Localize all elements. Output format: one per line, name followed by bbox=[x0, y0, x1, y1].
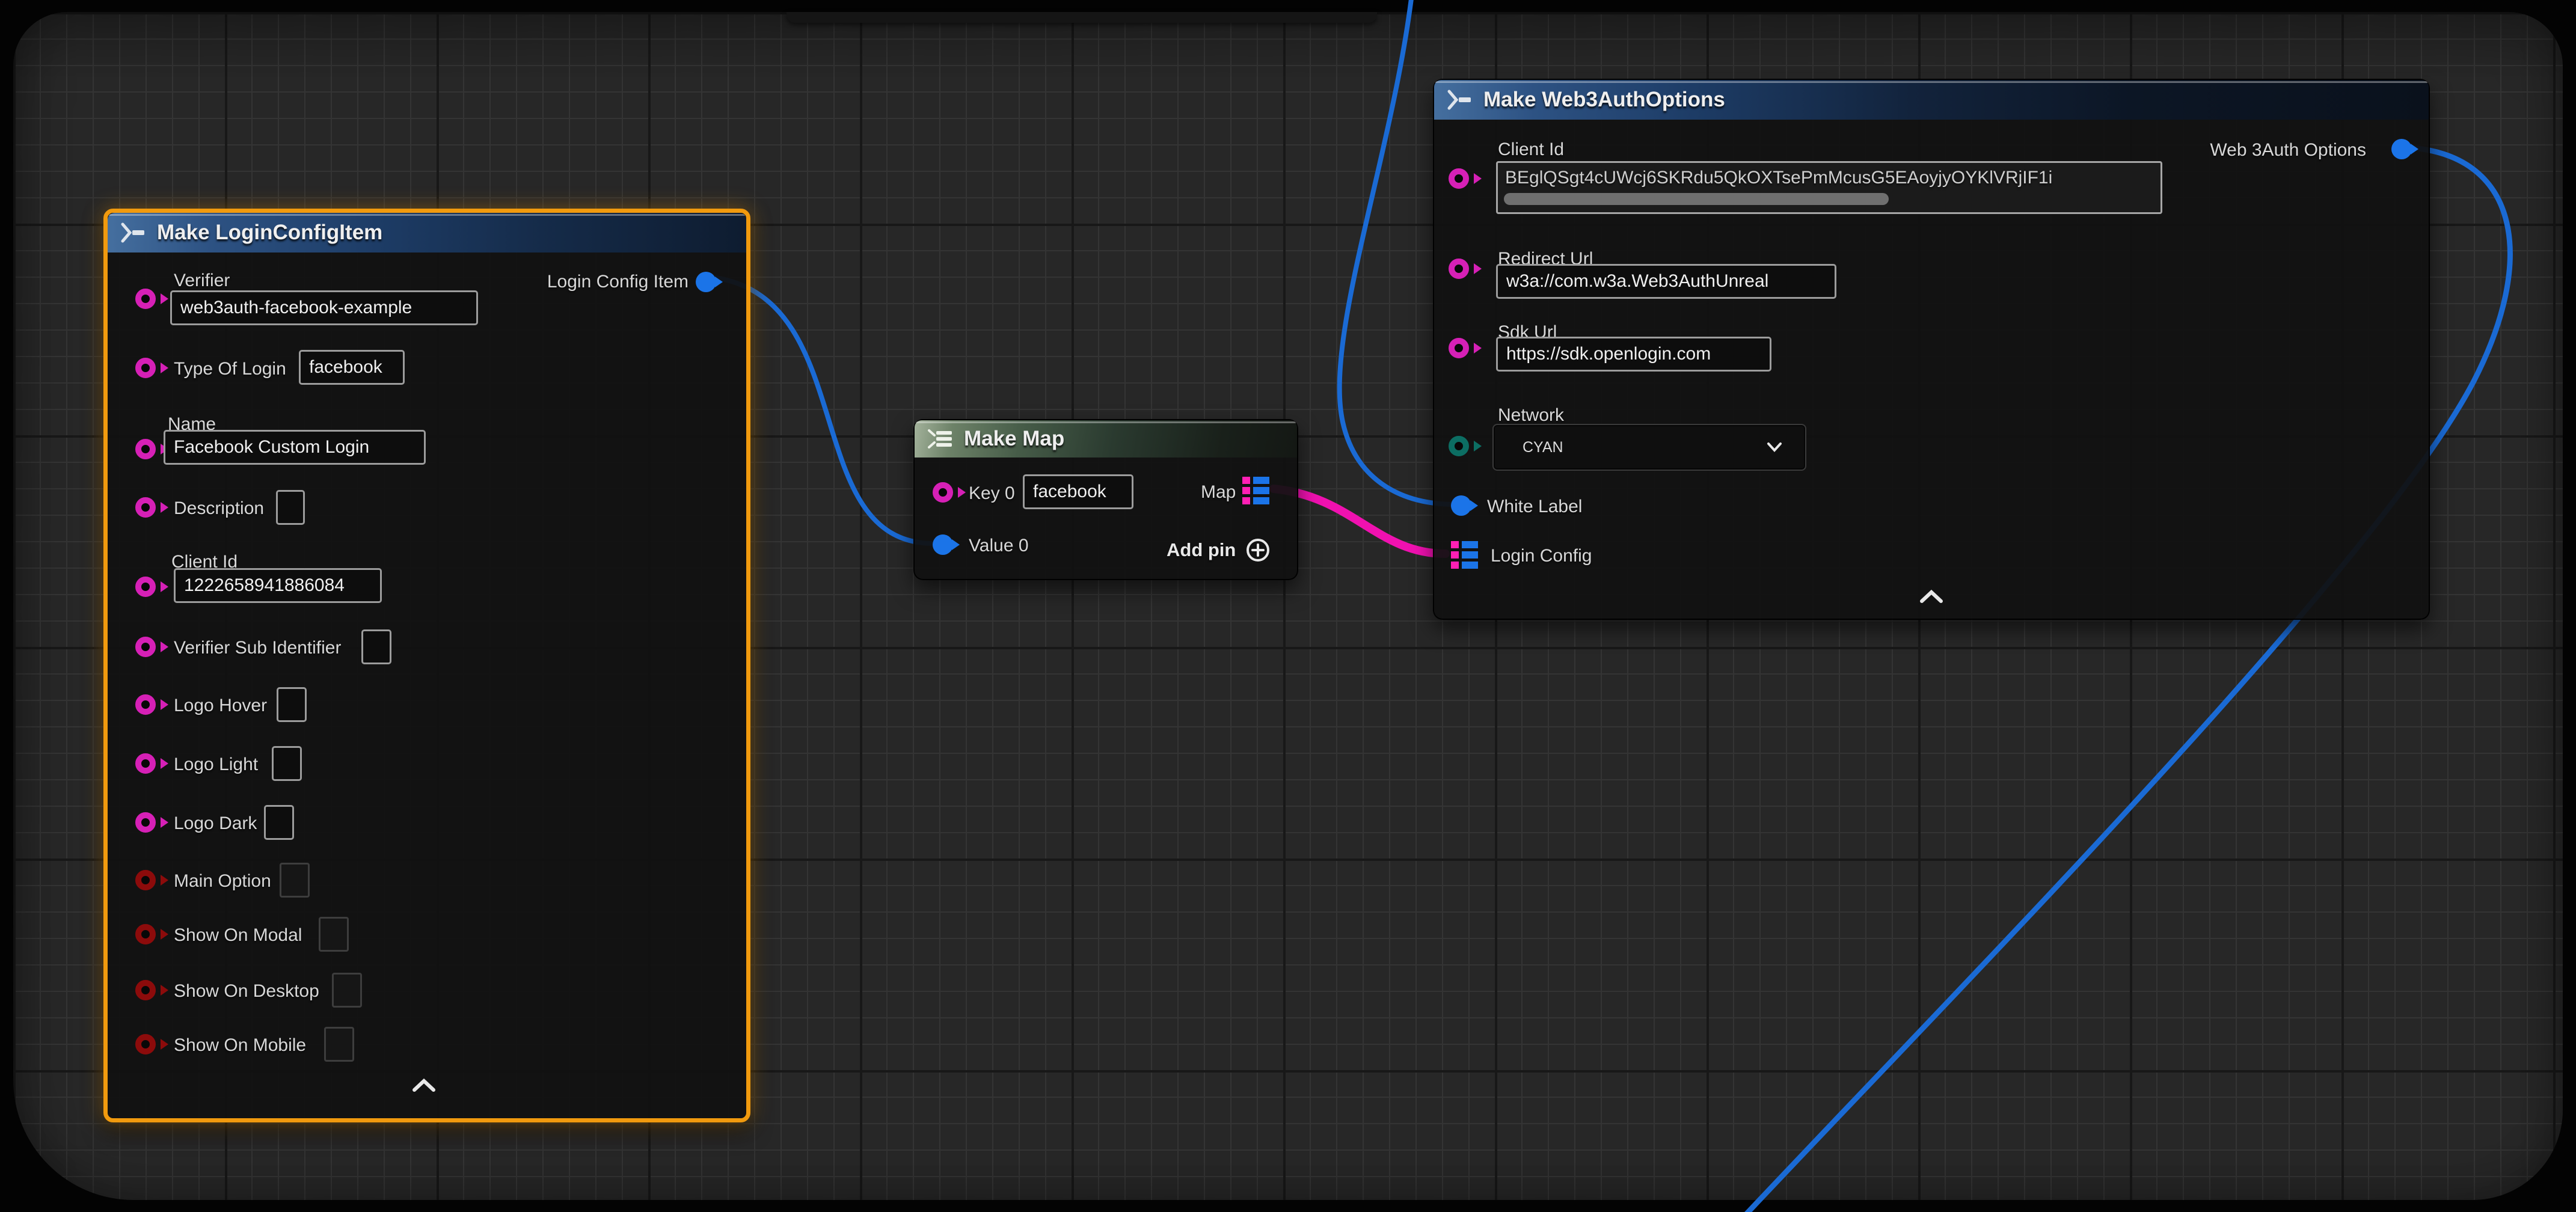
key0-input[interactable] bbox=[1023, 474, 1133, 509]
pin-label-network: Network bbox=[1498, 405, 1564, 426]
pin-label-type-of-login: Type Of Login bbox=[174, 359, 286, 379]
circle-plus-icon bbox=[1245, 537, 1271, 563]
pin-redirect-url[interactable] bbox=[1449, 259, 1469, 279]
pin-label-show-on-desktop: Show On Desktop bbox=[174, 981, 319, 1002]
client-id-text: BEglQSgt4cUWcj6SKRdu5QkOXTsePmMcusG5EAoy… bbox=[1505, 168, 2052, 188]
pin-label-show-on-mobile: Show On Mobile bbox=[174, 1035, 306, 1056]
make-struct-icon bbox=[1446, 90, 1474, 110]
pin-login-config-item-out[interactable] bbox=[696, 272, 716, 292]
node-header[interactable]: Make LoginConfigItem bbox=[108, 213, 746, 252]
pin-label-client-id: Client Id bbox=[1498, 139, 1564, 160]
pin-value0[interactable] bbox=[933, 534, 953, 555]
node-title: Make Web3AuthOptions bbox=[1483, 88, 1725, 112]
pin-show-on-mobile[interactable] bbox=[135, 1034, 156, 1054]
pin-label-verifier-sub-identifier: Verifier Sub Identifier bbox=[174, 638, 341, 658]
show-on-desktop-checkbox[interactable] bbox=[332, 973, 362, 1008]
pin-name[interactable] bbox=[135, 439, 156, 459]
main-option-checkbox[interactable] bbox=[280, 863, 310, 898]
blueprint-editor: Make LoginConfigItem Verifier Login Conf… bbox=[0, 0, 2576, 1212]
pin-verifier-sub-identifier[interactable] bbox=[135, 637, 156, 657]
node-header[interactable]: Make Map bbox=[915, 420, 1297, 458]
clipped-node[interactable] bbox=[787, 12, 1377, 23]
pin-label-login-config-item: Login Config Item bbox=[547, 272, 688, 292]
pin-client-id[interactable] bbox=[135, 577, 156, 597]
pin-logo-light[interactable] bbox=[135, 753, 156, 774]
pin-client-id[interactable] bbox=[1449, 168, 1469, 189]
network-selected-value: CYAN bbox=[1494, 439, 1563, 456]
pin-label-key0: Key 0 bbox=[969, 483, 1015, 504]
node-title: Make Map bbox=[964, 427, 1064, 451]
pin-label-value0: Value 0 bbox=[969, 536, 1029, 556]
description-input[interactable] bbox=[276, 490, 305, 525]
pin-label-verifier: Verifier bbox=[174, 271, 230, 291]
pin-show-on-desktop[interactable] bbox=[135, 980, 156, 1000]
node-header[interactable]: Make Web3AuthOptions bbox=[1434, 80, 2429, 120]
add-pin-label: Add pin bbox=[1167, 539, 1236, 561]
node-make-web3authoptions[interactable]: Make Web3AuthOptions Client Id BEglQSgt4… bbox=[1433, 79, 2430, 620]
pin-label-logo-light: Logo Light bbox=[174, 754, 258, 775]
network-dropdown[interactable]: CYAN bbox=[1492, 424, 1806, 471]
pin-type-of-login[interactable] bbox=[135, 358, 156, 378]
pin-sdk-url[interactable] bbox=[1449, 338, 1469, 358]
pin-main-option[interactable] bbox=[135, 870, 156, 890]
pin-network[interactable] bbox=[1449, 436, 1469, 456]
pin-logo-dark[interactable] bbox=[135, 812, 156, 833]
make-map-icon bbox=[927, 428, 954, 450]
name-input[interactable] bbox=[164, 430, 426, 465]
chevron-down-icon bbox=[1765, 441, 1783, 453]
map-pin-icon[interactable] bbox=[1242, 477, 1271, 506]
pin-label-logo-hover: Logo Hover bbox=[174, 696, 267, 716]
pin-label-show-on-modal: Show On Modal bbox=[174, 925, 302, 946]
sdk-url-input[interactable] bbox=[1496, 337, 1771, 372]
pin-verifier[interactable] bbox=[135, 289, 156, 309]
node-title: Make LoginConfigItem bbox=[157, 221, 382, 245]
pin-white-label[interactable] bbox=[1451, 495, 1471, 516]
pin-label-description: Description bbox=[174, 498, 264, 519]
pin-label-map-out: Map bbox=[1201, 482, 1236, 503]
logo-hover-input[interactable] bbox=[277, 687, 307, 722]
show-on-modal-checkbox[interactable] bbox=[319, 917, 349, 952]
chevron-up-icon[interactable] bbox=[1917, 589, 1946, 604]
pin-label-logo-dark: Logo Dark bbox=[174, 813, 257, 834]
pin-logo-hover[interactable] bbox=[135, 694, 156, 715]
show-on-mobile-checkbox[interactable] bbox=[324, 1027, 354, 1062]
node-make-map[interactable]: Make Map Key 0 Map Value 0 Add pin bbox=[913, 419, 1298, 580]
pin-label-main-option: Main Option bbox=[174, 871, 271, 892]
client-id-scrollbar[interactable] bbox=[1504, 193, 1889, 205]
pin-key0[interactable] bbox=[933, 482, 953, 503]
client-id-input[interactable] bbox=[174, 568, 382, 603]
pin-web3auth-options-out[interactable] bbox=[2391, 139, 2412, 159]
redirect-url-input[interactable] bbox=[1496, 264, 1836, 299]
pin-label-login-config: Login Config bbox=[1491, 546, 1592, 566]
make-struct-icon bbox=[120, 222, 147, 243]
pin-label-white-label: White Label bbox=[1487, 497, 1582, 517]
verifier-sub-identifier-input[interactable] bbox=[361, 629, 391, 664]
logo-dark-input[interactable] bbox=[264, 805, 294, 840]
chevron-up-icon[interactable] bbox=[409, 1077, 438, 1093]
logo-light-input[interactable] bbox=[272, 746, 302, 781]
pin-description[interactable] bbox=[135, 497, 156, 518]
pin-label-web3auth-options: Web 3Auth Options bbox=[2210, 140, 2366, 161]
pin-show-on-modal[interactable] bbox=[135, 924, 156, 944]
map-pin-icon[interactable] bbox=[1451, 541, 1480, 570]
node-make-loginconfigitem[interactable]: Make LoginConfigItem Verifier Login Conf… bbox=[103, 209, 750, 1122]
add-pin-button[interactable]: Add pin bbox=[1167, 537, 1271, 563]
type-of-login-input[interactable] bbox=[299, 350, 405, 385]
verifier-input[interactable] bbox=[170, 290, 478, 325]
client-id-input[interactable]: BEglQSgt4cUWcj6SKRdu5QkOXTsePmMcusG5EAoy… bbox=[1496, 161, 2162, 214]
